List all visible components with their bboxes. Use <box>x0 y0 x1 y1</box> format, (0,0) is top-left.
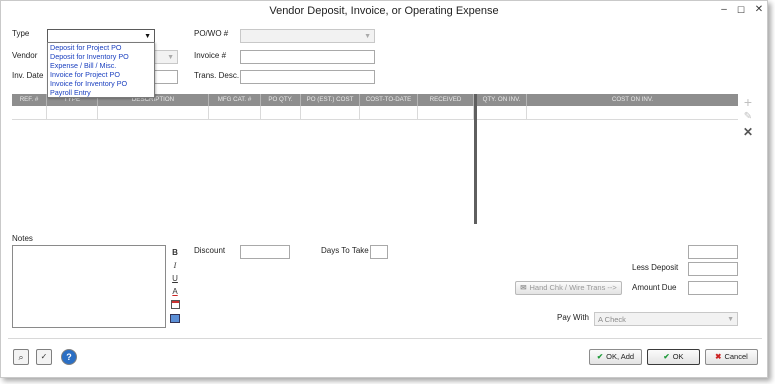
table-cell[interactable] <box>527 106 738 120</box>
minimize-icon[interactable]: – <box>715 3 733 17</box>
window-title: Vendor Deposit, Invoice, or Operating Ex… <box>269 5 499 17</box>
notes-label: Notes <box>12 234 33 243</box>
column-header[interactable]: COST ON INV. <box>527 94 738 106</box>
type-label: Type <box>12 29 30 38</box>
less-deposit-label: Less Deposit <box>632 263 679 272</box>
column-header[interactable]: QTY. ON INV. <box>477 94 527 106</box>
table-row[interactable] <box>12 106 738 120</box>
dropdown-option[interactable]: Expense / Bill / Misc. <box>48 61 154 70</box>
trans-desc-label: Trans. Desc. <box>194 71 240 80</box>
invoice-field[interactable] <box>240 50 375 64</box>
chevron-down-icon: ▼ <box>364 33 371 40</box>
invoice-label: Invoice # <box>194 51 227 60</box>
pay-with-value: A Check <box>598 315 626 324</box>
dropdown-option[interactable]: Deposit for Inventory PO <box>48 52 154 61</box>
hand-check-wire-label: Hand Chk / Wire Trans --> <box>529 283 617 292</box>
discount-label: Discount <box>194 246 226 255</box>
cancel-button[interactable]: ✖ Cancel <box>705 349 758 365</box>
table-cell[interactable] <box>418 106 474 120</box>
dropdown-option[interactable]: Invoice for Project PO <box>48 70 154 79</box>
chevron-down-icon: ▼ <box>167 54 174 61</box>
column-header[interactable]: REF. # <box>12 94 47 106</box>
hand-check-wire-button[interactable]: ✉ Hand Chk / Wire Trans --> <box>515 281 622 295</box>
calendar-icon[interactable] <box>171 300 180 309</box>
table-cell[interactable] <box>98 106 209 120</box>
subtotal-field[interactable] <box>688 245 738 259</box>
cancel-x-icon: ✖ <box>715 352 722 361</box>
edit-row-icon[interactable]: ✎ <box>741 111 755 122</box>
check-add-icon: ✔ <box>596 352 604 361</box>
less-deposit-field[interactable] <box>688 262 738 276</box>
bold-icon[interactable]: B <box>169 247 181 258</box>
dropdown-option[interactable]: Invoice for Inventory PO <box>48 79 154 88</box>
calendar-header <box>172 301 179 303</box>
chevron-down-icon: ▼ <box>727 316 734 323</box>
ok-button[interactable]: ✔ OK <box>647 349 700 365</box>
approve-icon[interactable]: ✓ <box>36 349 52 365</box>
table-cell[interactable] <box>261 106 301 120</box>
amount-due-field[interactable] <box>688 281 738 295</box>
italic-icon[interactable]: I <box>169 260 181 271</box>
underline-icon[interactable]: U <box>169 273 181 284</box>
po-wo-label: PO/WO # <box>194 29 229 38</box>
insert-field-icon[interactable] <box>170 314 180 323</box>
amount-due-label: Amount Due <box>632 283 677 292</box>
grid-splitter[interactable] <box>474 94 477 224</box>
pay-with-label: Pay With <box>557 313 590 322</box>
column-header[interactable]: RECEIVED <box>418 94 474 106</box>
dropdown-option[interactable]: Payroll Entry <box>48 88 154 97</box>
column-header[interactable]: PO (EST.) COST <box>301 94 360 106</box>
maximize-icon[interactable]: ☐ <box>732 3 750 17</box>
notes-textarea[interactable] <box>12 245 166 328</box>
table-cell[interactable] <box>209 106 261 120</box>
line-items-grid: REF. # TYPE DESCRIPTION MFG CAT. # PO QT… <box>12 94 738 224</box>
table-cell[interactable] <box>360 106 418 120</box>
vendor-label: Vendor <box>12 51 38 60</box>
inv-date-label: Inv. Date <box>12 71 44 80</box>
table-cell[interactable] <box>477 106 527 120</box>
vendor-deposit-window: Vendor Deposit, Invoice, or Operating Ex… <box>0 0 768 378</box>
delete-row-icon[interactable]: ✕ <box>741 125 755 139</box>
column-header[interactable]: PO QTY. <box>261 94 301 106</box>
add-row-icon[interactable]: + <box>741 94 755 110</box>
ok-add-label: OK, Add <box>606 352 635 361</box>
ok-label: OK <box>672 352 684 361</box>
discount-field[interactable] <box>240 245 290 259</box>
table-cell[interactable] <box>301 106 360 120</box>
column-header[interactable]: MFG CAT. # <box>209 94 261 106</box>
table-cell[interactable] <box>47 106 98 120</box>
po-wo-select[interactable]: ▼ <box>240 29 375 43</box>
check-icon: ✉ <box>520 283 527 292</box>
chevron-down-icon: ▼ <box>144 33 151 40</box>
trans-desc-field[interactable] <box>240 70 375 84</box>
close-icon[interactable]: ✕ <box>750 3 768 17</box>
footer-separator <box>8 338 762 339</box>
search-icon[interactable]: ⌕ <box>13 349 29 365</box>
ok-add-button[interactable]: ✔ OK, Add <box>589 349 642 365</box>
check-icon: ✔ <box>663 352 670 361</box>
cancel-label: Cancel <box>724 352 748 361</box>
type-dropdown-list: Deposit for Project PO Deposit for Inven… <box>47 42 155 98</box>
font-color-icon[interactable]: A <box>169 286 181 297</box>
pay-with-select[interactable]: A Check ▼ <box>594 312 738 326</box>
days-to-take-label: Days To Take <box>321 246 369 255</box>
days-to-take-field[interactable] <box>370 245 388 259</box>
title-bar: Vendor Deposit, Invoice, or Operating Ex… <box>1 1 767 21</box>
dropdown-option[interactable]: Deposit for Project PO <box>48 43 154 52</box>
column-header[interactable]: COST-TO-DATE <box>360 94 418 106</box>
help-icon[interactable]: ? <box>61 349 77 365</box>
table-cell[interactable] <box>12 106 47 120</box>
type-select[interactable]: ▼ <box>47 29 155 43</box>
